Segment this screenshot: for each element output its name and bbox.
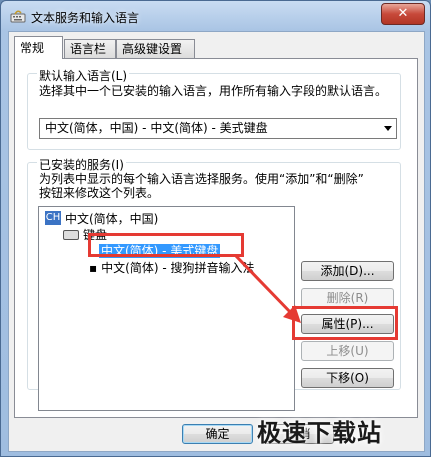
default-language-group-title: 默认输入语言(L) <box>37 67 130 84</box>
dialog-window: 文本服务和输入语言 ✕ 常规 语言栏 高级键设置 默认输入语言(L) 选择其中一… <box>0 0 431 457</box>
default-language-description: 选择其中一个已安装的输入语言，用作所有输入字段的默认语言。 <box>39 84 388 98</box>
highlight-selected-item <box>88 233 244 257</box>
tab-advanced-label: 高级键设置 <box>122 42 183 56</box>
move-down-button[interactable]: 下移(O) <box>301 368 394 388</box>
tab-general-label: 常规 <box>20 41 45 55</box>
title-bar[interactable]: 文本服务和输入语言 ✕ <box>1 1 430 31</box>
chevron-down-icon[interactable] <box>384 126 392 131</box>
highlight-properties-button <box>292 306 398 340</box>
move-up-button[interactable]: 上移(U) <box>301 341 394 361</box>
language-badge-icon: CH <box>45 211 61 225</box>
tree-item-sogou-pinyin[interactable]: ▪ 中文(简体) - 搜狗拼音输入法 <box>89 259 254 277</box>
installed-services-group-title: 已安装的服务(I) <box>37 156 126 173</box>
watermark-logo: 极速下载站 <box>257 419 382 447</box>
ok-button[interactable]: 确定 <box>182 424 253 444</box>
default-language-value: 中文(简体，中国) - 中文(简体) - 美式键盘 <box>45 121 268 135</box>
window-title: 文本服务和输入语言 <box>31 11 140 25</box>
keyboard-icon <box>63 230 79 240</box>
installed-services-description-1: 为列表中显示的每个输入语言选择服务。使用“添加”和“删除” <box>39 172 364 186</box>
close-button[interactable]: ✕ <box>381 3 425 25</box>
tab-advanced-key-settings[interactable]: 高级键设置 <box>116 39 195 58</box>
remove-button[interactable]: 删除(R) <box>301 288 394 308</box>
add-button[interactable]: 添加(D)... <box>301 261 394 281</box>
default-language-combobox[interactable]: 中文(简体，中国) - 中文(简体) - 美式键盘 <box>39 118 397 139</box>
keyboard-settings-icon <box>10 10 26 23</box>
tab-language-bar-label: 语言栏 <box>70 42 107 56</box>
tab-general[interactable]: 常规 <box>14 36 63 59</box>
close-icon: ✕ <box>397 6 409 21</box>
tab-language-bar[interactable]: 语言栏 <box>64 39 116 58</box>
installed-services-description-2: 按钮来修改这个列表。 <box>39 186 160 200</box>
